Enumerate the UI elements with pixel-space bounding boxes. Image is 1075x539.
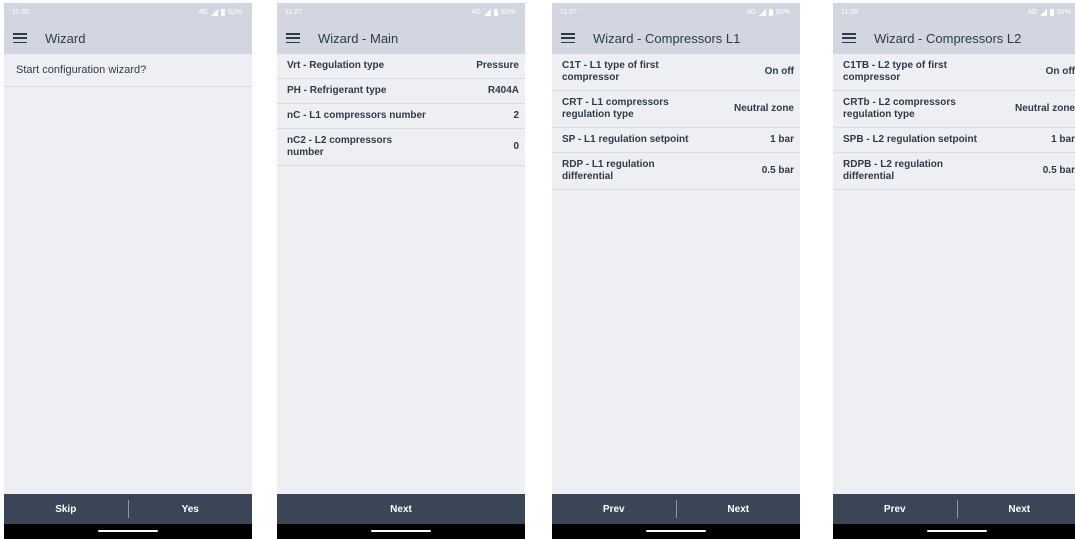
status-bar: 11:28 4G 92% [833, 3, 1075, 22]
battery-level: 92% [500, 9, 515, 16]
page-title: Wizard - Compressors L2 [874, 30, 1022, 46]
parameter-value: 0.5 bar [1042, 165, 1075, 176]
prev-button[interactable]: Prev [552, 504, 676, 515]
parameter-label: RDPB - L2 regulation differential [843, 159, 944, 182]
phone-screen-main: 11:27 4G 92% Wizard - Main Vrt - Regulat… [277, 3, 525, 539]
phone-screen-compressors-l1: 11:27 4G 92% Wizard - Compressors L1 C1T… [552, 3, 800, 539]
parameter-value: R404A [487, 85, 519, 96]
status-time: 11:28 [841, 9, 858, 16]
parameter-label: nC - L1 compressors number [287, 110, 426, 121]
parameter-label: SPB - L2 regulation setpoint [843, 134, 977, 145]
parameter-row[interactable]: SPB - L2 regulation setpoint 1 bar [833, 128, 1075, 153]
parameter-label: C1TB - L2 type of first compressor [843, 60, 947, 83]
parameter-value: 1 bar [770, 134, 794, 145]
parameter-value: Pressure [476, 60, 519, 71]
parameter-row[interactable]: SP - L1 regulation setpoint 1 bar [552, 128, 800, 153]
parameter-row[interactable]: RDP - L1 regulation differential 0.5 bar [552, 153, 800, 190]
app-bar: Wizard - Compressors L2 [833, 22, 1075, 54]
parameter-value: On off [1045, 66, 1075, 77]
parameter-label: nC2 - L2 compressors number [287, 135, 393, 158]
parameter-row[interactable]: CRT - L1 compressors regulation type Neut… [552, 91, 800, 128]
status-bar: 11:32 4G 92% [4, 3, 252, 22]
parameter-value: 2 [513, 110, 519, 121]
status-bar: 11:27 4G 92% [552, 3, 800, 22]
signal-icon [210, 9, 218, 16]
battery-icon [493, 9, 498, 16]
status-time: 11:27 [560, 9, 577, 16]
signal-icon [758, 9, 766, 16]
parameter-label: RDP - L1 regulation differential [562, 159, 655, 182]
yes-button[interactable]: Yes [129, 504, 253, 515]
parameter-label: C1T - L1 type of first compressor [562, 60, 659, 83]
parameter-list: C1TB - L2 type of first compressor On off… [833, 54, 1075, 190]
parameter-value: On off [764, 66, 794, 77]
menu-icon[interactable] [13, 33, 27, 43]
footer-bar: Prev Next [552, 494, 800, 524]
home-indicator[interactable] [927, 530, 987, 532]
next-button[interactable]: Next [958, 504, 1075, 515]
next-button[interactable]: Next [277, 504, 525, 515]
network-type: 4G [746, 9, 756, 16]
phone-screen-wizard: 11:32 4G 92% Wizard Start configuration … [4, 3, 252, 539]
prev-button[interactable]: Prev [833, 504, 957, 515]
home-indicator[interactable] [646, 530, 706, 532]
battery-icon [768, 9, 773, 16]
parameter-label: Vrt - Regulation type [287, 60, 385, 71]
menu-icon[interactable] [286, 33, 300, 43]
parameter-value: 1 bar [1051, 134, 1075, 145]
system-nav-bar [833, 524, 1075, 539]
parameter-list: Vrt - Regulation type Pressure PH - Refri… [277, 54, 525, 166]
battery-level: 92% [227, 9, 242, 16]
page-title: Wizard - Main [318, 30, 399, 46]
wizard-prompt: Start configuration wizard? [4, 54, 252, 87]
app-bar: Wizard [4, 22, 252, 54]
menu-icon[interactable] [561, 33, 575, 43]
parameter-row[interactable]: nC2 - L2 compressors number 0 [277, 129, 525, 166]
parameter-label: CRTb - L2 compressors regulation type [843, 97, 956, 120]
parameter-row[interactable]: PH - Refrigerant type R404A [277, 79, 525, 104]
parameter-label: CRT - L1 compressors regulation type [562, 97, 669, 120]
footer-bar: Prev Next [833, 494, 1075, 524]
app-bar: Wizard - Compressors L1 [552, 22, 800, 54]
page-title: Wizard [45, 30, 86, 46]
phone-screen-compressors-l2: 11:28 4G 92% Wizard - Compressors L2 C1T… [833, 3, 1075, 539]
app-bar: Wizard - Main [277, 22, 525, 54]
parameter-value: Neutral zone [733, 103, 794, 114]
footer-bar: Next [277, 494, 525, 524]
parameter-row[interactable]: RDPB - L2 regulation differential 0.5 bar [833, 153, 1075, 190]
status-time: 11:32 [12, 9, 29, 16]
signal-icon [1039, 9, 1047, 16]
next-button[interactable]: Next [677, 504, 801, 515]
signal-icon [483, 9, 491, 16]
network-type: 4G [471, 9, 481, 16]
network-type: 4G [1027, 9, 1037, 16]
system-nav-bar [4, 524, 252, 539]
battery-level: 92% [775, 9, 790, 16]
footer-bar: Skip Yes [4, 494, 252, 524]
parameter-row[interactable]: C1TB - L2 type of first compressor On off [833, 54, 1075, 91]
status-time: 11:27 [285, 9, 302, 16]
parameter-value: 0 [513, 141, 519, 152]
network-type: 4G [198, 9, 208, 16]
menu-icon[interactable] [842, 33, 856, 43]
parameter-value: Neutral zone [1014, 103, 1075, 114]
page-title: Wizard - Compressors L1 [593, 30, 741, 46]
system-nav-bar [552, 524, 800, 539]
parameter-row[interactable]: nC - L1 compressors number 2 [277, 104, 525, 129]
status-bar: 11:27 4G 92% [277, 3, 525, 22]
parameter-label: PH - Refrigerant type [287, 85, 387, 96]
battery-icon [1049, 9, 1054, 16]
parameter-row[interactable]: C1T - L1 type of first compressor On off [552, 54, 800, 91]
parameter-list: C1T - L1 type of first compressor On off … [552, 54, 800, 190]
parameter-row[interactable]: CRTb - L2 compressors regulation type Neu… [833, 91, 1075, 128]
home-indicator[interactable] [371, 530, 431, 532]
home-indicator[interactable] [98, 530, 158, 532]
battery-level: 92% [1056, 9, 1071, 16]
parameter-value: 0.5 bar [761, 165, 794, 176]
parameter-row[interactable]: Vrt - Regulation type Pressure [277, 54, 525, 79]
parameter-label: SP - L1 regulation setpoint [562, 134, 689, 145]
system-nav-bar [277, 524, 525, 539]
skip-button[interactable]: Skip [4, 504, 128, 515]
battery-icon [220, 9, 225, 16]
